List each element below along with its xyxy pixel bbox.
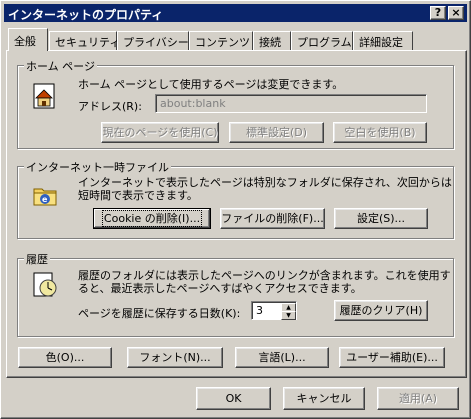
temp-files-description-line2: 短時間で表示できます。 <box>78 189 198 202</box>
tab-privacy[interactable]: プライバシー <box>117 31 189 50</box>
history-group-label: 履歴 <box>24 251 50 267</box>
use-blank-button[interactable]: 空白を使用(B) <box>333 122 427 143</box>
accessibility-button[interactable]: ユーザー補助(E)... <box>339 347 445 368</box>
use-default-button[interactable]: 標準設定(D) <box>229 122 324 143</box>
history-days-label: ページを履歴に保存する日数(K): <box>78 307 241 320</box>
temp-files-group: インターネット一時ファイル e インターネットで表示したページは特別なフォルダに… <box>17 159 454 239</box>
delete-cookies-button[interactable]: Cookie の削除(I)... <box>93 208 211 229</box>
tab-programs[interactable]: プログラム <box>291 31 353 50</box>
apply-button[interactable]: 適用(A) <box>377 387 459 410</box>
use-current-button[interactable]: 現在のページを使用(C) <box>101 122 219 143</box>
delete-cookies-label: Cookie の削除(I)... <box>101 210 203 227</box>
clear-history-button[interactable]: 履歴のクリア(H) <box>334 300 428 321</box>
home-page-group-label: ホーム ページ <box>24 58 97 74</box>
history-group: 履歴 履歴のフォルダには表示したページへのリンクが含まれます。これを使用す ると… <box>17 251 454 337</box>
history-description-line2: ると、最近表示したページへすばやくアクセスできます。 <box>78 282 362 295</box>
delete-files-button[interactable]: ファイルの削除(F)... <box>220 208 325 229</box>
colors-button[interactable]: 色(O)... <box>18 347 112 368</box>
temp-files-icon: e <box>33 188 57 206</box>
history-days-down-arrow[interactable]: ▼ <box>281 311 296 320</box>
tab-connections[interactable]: 接続 <box>253 31 291 50</box>
temp-files-group-label: インターネット一時ファイル <box>24 159 171 175</box>
tab-security[interactable]: セキュリティ <box>49 31 120 50</box>
help-button[interactable]: ? <box>430 6 446 20</box>
history-icon <box>33 272 57 297</box>
home-page-group: ホーム ページ ホーム ページとして使用するページは変更できます。 アドレス(R… <box>17 58 454 149</box>
ok-button[interactable]: OK <box>196 387 271 410</box>
fonts-button[interactable]: フォント(N)... <box>127 347 223 368</box>
close-button[interactable]: × <box>448 6 464 20</box>
address-field[interactable]: about:blank <box>155 94 427 113</box>
home-page-icon <box>33 83 55 109</box>
svg-text:e: e <box>42 195 48 204</box>
cancel-button[interactable]: キャンセル <box>283 387 365 410</box>
internet-properties-window: インターネットのプロパティ ? × 全般 セキュリティ プライバシー コンテンツ… <box>0 0 471 419</box>
title-bar[interactable]: インターネットのプロパティ ? × <box>4 4 467 22</box>
tab-content[interactable]: コンテンツ <box>189 31 253 50</box>
general-tab-panel: ホーム ページ ホーム ページとして使用するページは変更できます。 アドレス(R… <box>6 50 467 378</box>
home-page-description: ホーム ページとして使用するページは変更できます。 <box>78 78 344 91</box>
tab-general[interactable]: 全般 <box>8 28 48 51</box>
address-label: アドレス(R): <box>78 100 142 113</box>
languages-button[interactable]: 言語(L)... <box>235 347 329 368</box>
window-title: インターネットのプロパティ <box>8 8 164 22</box>
temp-files-settings-button[interactable]: 設定(S)... <box>334 208 428 229</box>
tab-advanced[interactable]: 詳細設定 <box>353 31 413 50</box>
